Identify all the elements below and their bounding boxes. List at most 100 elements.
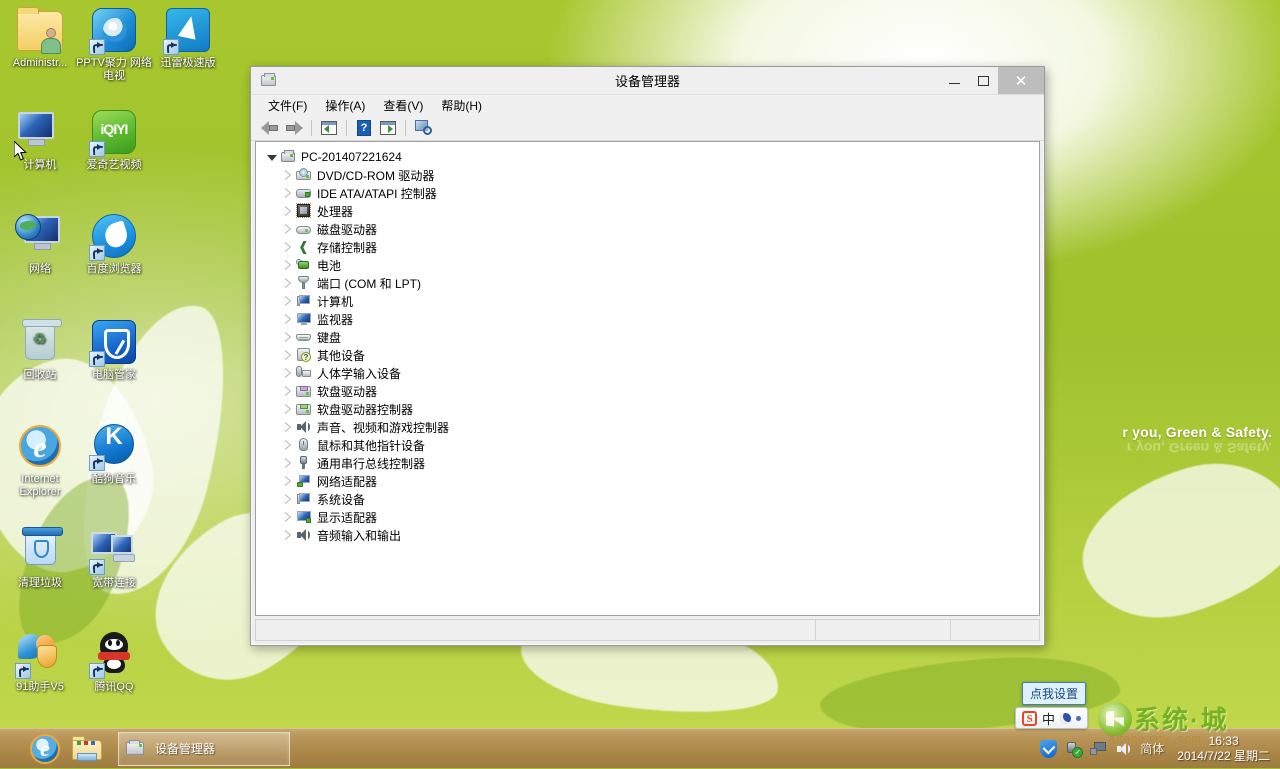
expander-closed-icon[interactable] — [280, 256, 296, 274]
properties-button[interactable] — [377, 117, 399, 139]
tree-node-other-devices[interactable]: ? 其他设备 — [264, 346, 1039, 364]
tree-node-audio-io[interactable]: 音频输入和输出 — [264, 526, 1039, 544]
menu-view[interactable]: 查看(V) — [374, 95, 432, 116]
menu-help[interactable]: 帮助(H) — [432, 95, 491, 116]
desktop-icon-broadband-connection[interactable]: 宽带连接 — [76, 526, 152, 590]
taskbar-task-device-manager[interactable]: 设备管理器 — [118, 732, 290, 766]
volume-tray-icon[interactable] — [1115, 740, 1133, 758]
desktop-icon-recycle-bin[interactable]: ♻ 回收站 — [2, 318, 78, 382]
pptv-icon — [90, 6, 138, 54]
scan-hardware-changes-button[interactable] — [412, 117, 434, 139]
tree-node-hid[interactable]: 人体学输入设备 — [264, 364, 1039, 382]
expander-closed-icon[interactable] — [280, 526, 296, 544]
tree-node-floppy-drive[interactable]: 软盘驱动器 — [264, 382, 1039, 400]
tree-node-network-adapter[interactable]: 网络适配器 — [264, 472, 1039, 490]
expander-closed-icon[interactable] — [280, 166, 296, 184]
tree-node-ide-controller[interactable]: IDE ATA/ATAPI 控制器 — [264, 184, 1039, 202]
sogou-logo-icon[interactable]: S — [1022, 711, 1037, 726]
tree-node-keyboard[interactable]: 键盘 — [264, 328, 1039, 346]
desktop-icon-label: 爱奇艺视频 — [76, 159, 152, 172]
ime-toolbar[interactable]: S 中 — [1015, 707, 1088, 729]
help-button[interactable]: ? — [353, 117, 375, 139]
usb-safely-remove-icon[interactable]: ✓ — [1065, 740, 1083, 758]
expander-closed-icon[interactable] — [280, 184, 296, 202]
desktop-icon-administrator[interactable]: Administr... — [2, 6, 78, 70]
tree-node-display-adapter[interactable]: 显示适配器 — [264, 508, 1039, 526]
desktop-icon-network[interactable]: 网络 — [2, 212, 78, 276]
desktop-icon-iqiyi[interactable]: iQIYI 爱奇艺视频 — [76, 108, 152, 172]
tree-node-label: 键盘 — [317, 329, 341, 346]
desktop-icon-internet-explorer[interactable]: Internet Explorer — [2, 422, 78, 499]
window-titlebar[interactable]: 设备管理器 ✕ — [251, 67, 1044, 94]
clock[interactable]: 16:33 2014/7/22 星期二 — [1171, 734, 1270, 764]
expander-closed-icon[interactable] — [280, 454, 296, 472]
moon-icon[interactable] — [1060, 713, 1071, 724]
desktop-icon-tencent-qq[interactable]: 腾讯QQ — [76, 630, 152, 694]
expander-closed-icon[interactable] — [280, 346, 296, 364]
expander-closed-icon[interactable] — [280, 292, 296, 310]
expander-closed-icon[interactable] — [280, 202, 296, 220]
expander-closed-icon[interactable] — [280, 436, 296, 454]
settings-tooltip[interactable]: 点我设置 — [1022, 682, 1086, 705]
tree-node-usb-controller[interactable]: 通用串行总线控制器 — [264, 454, 1039, 472]
desktop-icon-pc-manager[interactable]: 电脑管家 — [76, 318, 152, 382]
expander-closed-icon[interactable] — [280, 508, 296, 526]
tree-node-floppy-controller[interactable]: 软盘驱动器控制器 — [264, 400, 1039, 418]
tree-node-mouse[interactable]: 鼠标和其他指针设备 — [264, 436, 1039, 454]
tree-node-disk-drive[interactable]: 磁盘驱动器 — [264, 220, 1039, 238]
dot-icon[interactable] — [1076, 716, 1081, 721]
tree-node-root[interactable]: PC-201407221624 — [264, 148, 1039, 166]
device-tree: PC-201407221624 DVD/CD-ROM 驱动器 IDE ATA/A… — [256, 142, 1039, 544]
tree-node-computer[interactable]: 计算机 — [264, 292, 1039, 310]
show-hide-console-tree-button[interactable] — [318, 117, 340, 139]
device-tree-panel[interactable]: PC-201407221624 DVD/CD-ROM 驱动器 IDE ATA/A… — [255, 141, 1040, 616]
desktop-icon-kugou-music[interactable]: 酷狗音乐 — [76, 422, 152, 486]
expander-closed-icon[interactable] — [280, 382, 296, 400]
quicklaunch-file-explorer[interactable] — [66, 729, 108, 769]
quicklaunch-internet-explorer[interactable] — [24, 729, 66, 769]
expander-closed-icon[interactable] — [280, 472, 296, 490]
expander-closed-icon[interactable] — [280, 328, 296, 346]
back-button[interactable] — [259, 117, 281, 139]
desktop-icon-thunder[interactable]: 迅雷极速版 — [150, 6, 226, 70]
language-indicator[interactable]: 简体 — [1140, 740, 1164, 757]
expander-closed-icon[interactable] — [280, 364, 296, 382]
tree-node-monitor[interactable]: 监视器 — [264, 310, 1039, 328]
ime-mode-label[interactable]: 中 — [1042, 709, 1055, 728]
tree-node-processor[interactable]: 处理器 — [264, 202, 1039, 220]
expander-closed-icon[interactable] — [280, 238, 296, 256]
network-tray-icon[interactable] — [1090, 740, 1108, 758]
minimize-button[interactable] — [940, 67, 969, 94]
tree-node-label: 端口 (COM 和 LPT) — [317, 275, 421, 292]
menu-action[interactable]: 操作(A) — [316, 95, 374, 116]
tree-node-label: 电池 — [317, 257, 341, 274]
tree-node-ports[interactable]: 端口 (COM 和 LPT) — [264, 274, 1039, 292]
tree-node-system-devices[interactable]: 系统设备 — [264, 490, 1039, 508]
forward-button[interactable] — [283, 117, 305, 139]
maximize-button[interactable] — [969, 67, 998, 94]
expander-open-icon[interactable] — [264, 148, 280, 166]
expander-closed-icon[interactable] — [280, 220, 296, 238]
tree-node-sound-video-game[interactable]: 声音、视频和游戏控制器 — [264, 418, 1039, 436]
desktop-icon-pptv[interactable]: PPTV聚力 网络电视 — [76, 6, 152, 83]
expander-closed-icon[interactable] — [280, 490, 296, 508]
toolbar-separator — [311, 120, 312, 136]
expander-closed-icon[interactable] — [280, 274, 296, 292]
baidu-browser-icon — [90, 212, 138, 260]
expander-closed-icon[interactable] — [280, 310, 296, 328]
tree-node-battery[interactable]: 电池 — [264, 256, 1039, 274]
close-button[interactable]: ✕ — [998, 67, 1044, 94]
desktop-icon-baidu-browser[interactable]: 百度浏览器 — [76, 212, 152, 276]
pc-manager-tray-icon[interactable] — [1040, 740, 1058, 758]
tree-node-dvd-drive[interactable]: DVD/CD-ROM 驱动器 — [264, 166, 1039, 184]
desktop-icon-computer[interactable]: 计算机 — [2, 108, 78, 172]
arrow-left-icon — [261, 121, 279, 135]
menu-file[interactable]: 文件(F) — [259, 95, 316, 116]
desktop-icon-91-assistant[interactable]: 91助手V5 — [2, 630, 78, 694]
expander-closed-icon[interactable] — [280, 418, 296, 436]
port-icon — [296, 275, 312, 291]
desktop-icon-clean-trash[interactable]: 清理垃圾 — [2, 526, 78, 590]
device-manager-icon[interactable] — [260, 72, 278, 90]
tree-node-storage-controller[interactable]: ❰ 存储控制器 — [264, 238, 1039, 256]
expander-closed-icon[interactable] — [280, 400, 296, 418]
